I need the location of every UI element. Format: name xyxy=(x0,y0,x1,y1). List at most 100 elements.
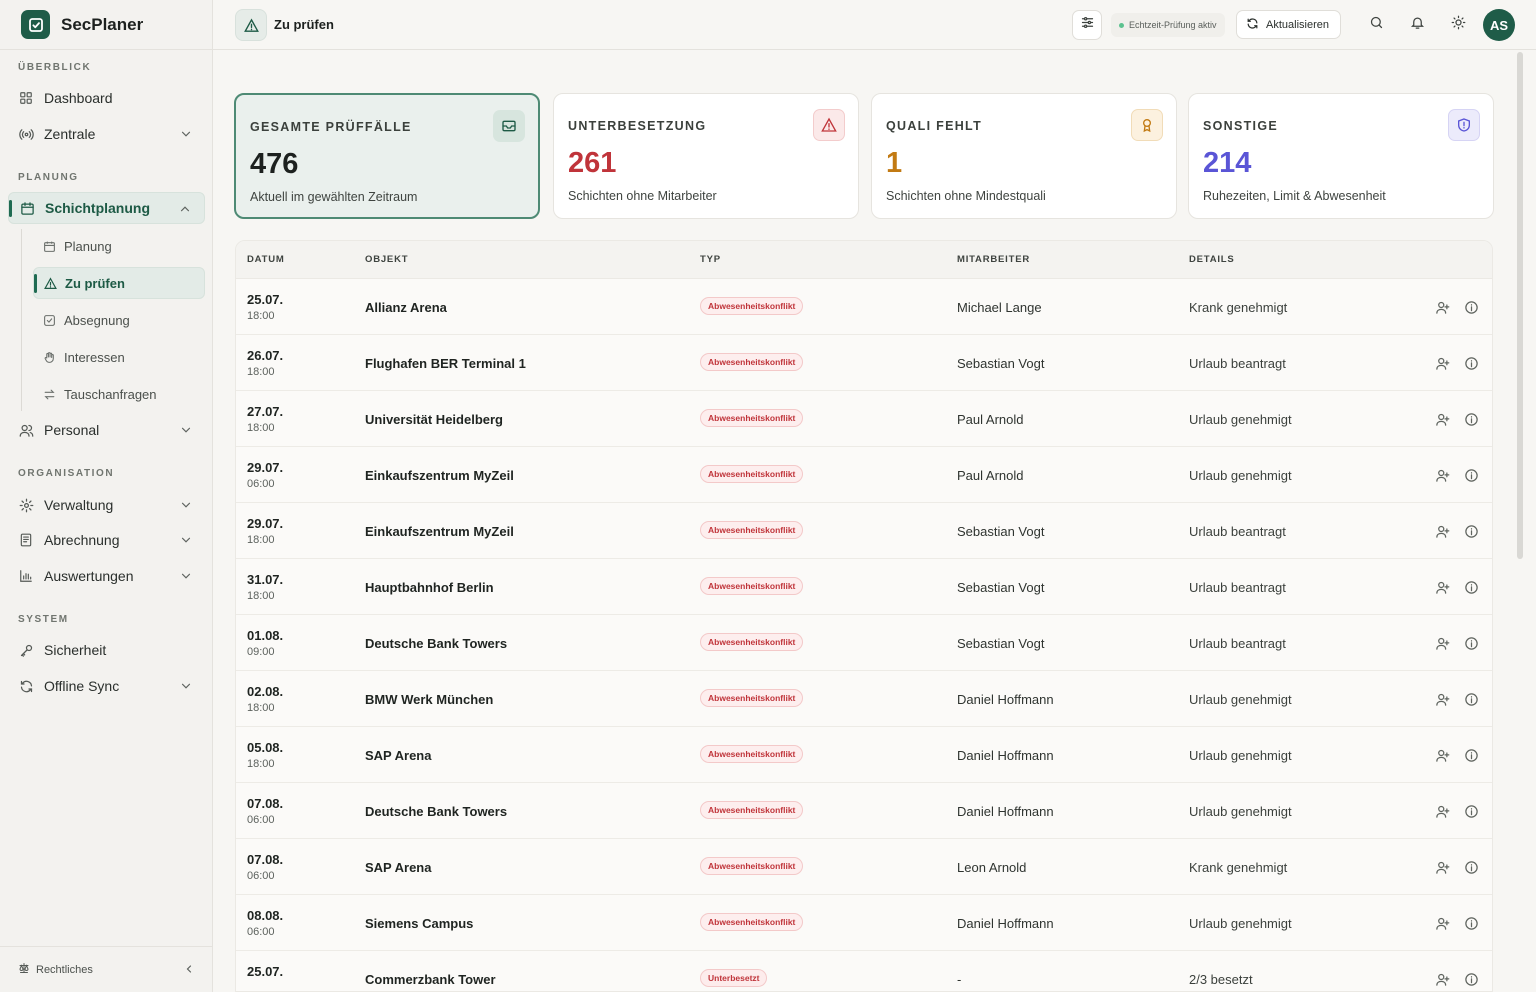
legal-link[interactable]: Rechtliches xyxy=(36,964,93,976)
page-scrollbar[interactable] xyxy=(1517,52,1523,559)
row-time: 06:00 xyxy=(247,926,275,938)
info-icon[interactable] xyxy=(1462,298,1480,316)
filter-button[interactable] xyxy=(1072,10,1102,40)
table-row[interactable]: 31.07. 18:00 Hauptbahnhof Berlin Abwesenhei… xyxy=(236,559,1492,615)
table-row[interactable]: 07.08. 06:00 SAP Arena Abwesenheitskonflikt… xyxy=(236,839,1492,895)
table-row[interactable]: 27.07. 18:00 Universität Heidelberg Abwesen… xyxy=(236,391,1492,447)
table-row[interactable]: 29.07. 06:00 Einkaufszentrum MyZeil Abwesen… xyxy=(236,447,1492,503)
scale-icon xyxy=(18,962,30,977)
table-row[interactable]: 29.07. 18:00 Einkaufszentrum MyZeil Abwesen… xyxy=(236,503,1492,559)
table-row[interactable]: 01.08. 09:00 Deutsche Bank Towers Abwesenhe… xyxy=(236,615,1492,671)
info-icon[interactable] xyxy=(1462,466,1480,484)
row-object: SAP Arena xyxy=(365,748,432,763)
calendar-icon xyxy=(19,200,35,216)
sidebar-subitem-interessen[interactable]: Interessen xyxy=(33,341,205,373)
app-logo-icon xyxy=(21,10,50,39)
info-icon[interactable] xyxy=(1462,802,1480,820)
assign-user-icon[interactable] xyxy=(1433,466,1451,484)
chevron-down-icon[interactable] xyxy=(179,127,193,141)
row-employee: Daniel Hoffmann xyxy=(957,916,1054,931)
table-row[interactable]: 02.08. 18:00 BMW Werk München Abwesenheitsk… xyxy=(236,671,1492,727)
sidebar-subitem-zu-pruefen[interactable]: Zu prüfen xyxy=(33,267,205,299)
table-row[interactable]: 25.07. 18:00 Allianz Arena Abwesenheitskonf… xyxy=(236,279,1492,335)
stat-card-quali-missing[interactable]: QUALI FEHLT 1 Schichten ohne Mindestqual… xyxy=(871,93,1177,219)
assign-user-icon[interactable] xyxy=(1433,914,1451,932)
stat-card-understaffed[interactable]: UNTERBESETZUNG 261 Schichten ohne Mitarb… xyxy=(553,93,859,219)
assign-user-icon[interactable] xyxy=(1433,690,1451,708)
sidebar-item-offline-sync[interactable]: Offline Sync xyxy=(8,670,205,702)
column-header-objekt[interactable]: OBJEKT xyxy=(365,254,408,265)
chevron-down-icon[interactable] xyxy=(179,569,193,583)
info-icon[interactable] xyxy=(1462,410,1480,428)
row-employee: Paul Arnold xyxy=(957,468,1024,483)
checkbox-icon xyxy=(43,314,56,327)
chevron-down-icon[interactable] xyxy=(179,423,193,437)
assign-user-icon[interactable] xyxy=(1433,858,1451,876)
sidebar-item-sicherheit[interactable]: Sicherheit xyxy=(8,634,205,666)
assign-user-icon[interactable] xyxy=(1433,410,1451,428)
stat-card-total[interactable]: GESAMTE PRÜFFÄLLE 476 Aktuell im gewählt… xyxy=(234,93,540,219)
info-icon[interactable] xyxy=(1462,970,1480,988)
info-icon[interactable] xyxy=(1462,578,1480,596)
info-icon[interactable] xyxy=(1462,690,1480,708)
info-icon[interactable] xyxy=(1462,634,1480,652)
column-header-datum[interactable]: DATUM xyxy=(247,254,285,265)
row-object: Hauptbahnhof Berlin xyxy=(365,580,494,595)
sidebar-item-auswertungen[interactable]: Auswertungen xyxy=(8,560,205,592)
sidebar-subitem-tauschanfragen[interactable]: Tauschanfragen xyxy=(33,378,205,410)
sidebar-item-abrechnung[interactable]: Abrechnung xyxy=(8,524,205,556)
sidebar-subitem-absegnung[interactable]: Absegnung xyxy=(33,304,205,336)
row-date: 27.07. xyxy=(247,404,284,419)
info-icon[interactable] xyxy=(1462,914,1480,932)
type-badge: Unterbesetzt xyxy=(700,969,768,987)
chevron-down-icon[interactable] xyxy=(179,498,193,512)
avatar[interactable]: AS xyxy=(1483,9,1515,41)
refresh-button[interactable]: Aktualisieren xyxy=(1236,10,1341,39)
table-row[interactable]: 08.08. 06:00 Siemens Campus Abwesenheitskon… xyxy=(236,895,1492,951)
sidebar-item-dashboard[interactable]: Dashboard xyxy=(8,82,205,114)
table-row[interactable]: 05.08. 18:00 SAP Arena Abwesenheitskonflikt… xyxy=(236,727,1492,783)
sidebar-item-verwaltung[interactable]: Verwaltung xyxy=(8,489,205,521)
row-time: 06:00 xyxy=(247,814,275,826)
assign-user-icon[interactable] xyxy=(1433,970,1451,988)
sync-icon xyxy=(18,678,34,694)
sidebar-item-label: Abrechnung xyxy=(44,532,120,548)
table-row[interactable]: 07.08. 06:00 Deutsche Bank Towers Abwesenhe… xyxy=(236,783,1492,839)
column-header-mitarbeiter[interactable]: MITARBEITER xyxy=(957,254,1030,265)
row-details: Urlaub genehmigt xyxy=(1189,692,1292,707)
chevron-down-icon[interactable] xyxy=(179,533,193,547)
info-icon[interactable] xyxy=(1462,522,1480,540)
type-badge: Abwesenheitskonflikt xyxy=(700,465,804,483)
chevron-up-icon[interactable] xyxy=(178,202,192,216)
table-row[interactable]: 25.07. Commerzbank Tower Unterbesetzt - 2/3 … xyxy=(236,951,1492,991)
info-icon[interactable] xyxy=(1462,746,1480,764)
assign-user-icon[interactable] xyxy=(1433,746,1451,764)
notifications-button[interactable] xyxy=(1402,10,1432,40)
brand[interactable]: SecPlaner xyxy=(0,0,212,50)
assign-user-icon[interactable] xyxy=(1433,354,1451,372)
stat-card-other[interactable]: SONSTIGE 214 Ruhezeiten, Limit & Abwesen… xyxy=(1188,93,1494,219)
sidebar-subitem-planung[interactable]: Planung xyxy=(33,230,205,262)
assign-user-icon[interactable] xyxy=(1433,634,1451,652)
column-header-details[interactable]: DETAILS xyxy=(1189,254,1235,265)
assign-user-icon[interactable] xyxy=(1433,522,1451,540)
assign-user-icon[interactable] xyxy=(1433,578,1451,596)
table-row[interactable]: 26.07. 18:00 Flughafen BER Terminal 1 Abwes… xyxy=(236,335,1492,391)
collapse-sidebar-icon[interactable] xyxy=(183,963,195,975)
row-time: 06:00 xyxy=(247,478,275,490)
info-icon[interactable] xyxy=(1462,354,1480,372)
chevron-down-icon[interactable] xyxy=(179,679,193,693)
type-badge: Abwesenheitskonflikt xyxy=(700,689,804,707)
assign-user-icon[interactable] xyxy=(1433,298,1451,316)
info-icon[interactable] xyxy=(1462,858,1480,876)
assign-user-icon[interactable] xyxy=(1433,802,1451,820)
stat-card-value: 1 xyxy=(886,147,903,179)
theme-toggle-button[interactable] xyxy=(1443,10,1473,40)
sidebar-item-zentrale[interactable]: Zentrale xyxy=(8,118,205,150)
sidebar-item-personal[interactable]: Personal xyxy=(8,414,205,446)
column-header-typ[interactable]: TYP xyxy=(700,254,721,265)
sidebar-item-schichtplanung[interactable]: Schichtplanung xyxy=(8,192,205,224)
section-label-system: SYSTEM xyxy=(18,614,69,625)
search-button[interactable] xyxy=(1361,10,1391,40)
row-details: Urlaub beantragt xyxy=(1189,356,1286,371)
